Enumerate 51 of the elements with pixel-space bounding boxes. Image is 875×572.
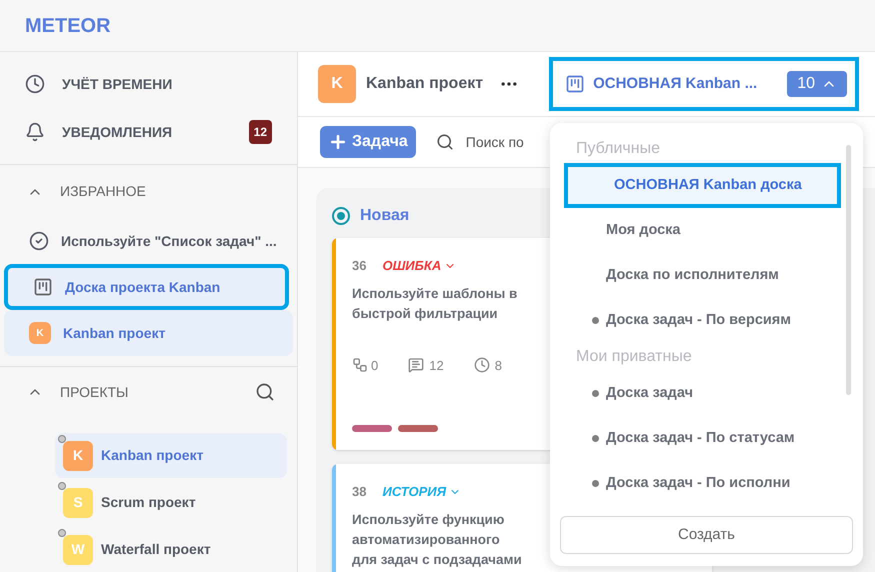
clock-icon bbox=[474, 357, 490, 374]
check-circle-icon bbox=[29, 231, 49, 252]
board-icon bbox=[565, 74, 586, 94]
status-icon bbox=[332, 207, 350, 225]
project-avatar: W bbox=[63, 534, 93, 564]
board-icon bbox=[33, 277, 53, 298]
board-count: 10 bbox=[787, 71, 848, 97]
nav-item[interactable]: УЧЁТ ВРЕМЕНИ bbox=[0, 60, 297, 108]
search-icon[interactable] bbox=[255, 382, 275, 402]
favorite-item[interactable]: Доска проекта Kanban bbox=[4, 264, 289, 310]
task-title: быстрой фильтрации bbox=[352, 304, 498, 323]
task-title: Используйте шаблоны в bbox=[352, 284, 518, 303]
comments-count: 12 bbox=[429, 356, 444, 374]
project-item[interactable]: S Scrum проект bbox=[55, 480, 287, 525]
app-logo: METEOR bbox=[25, 14, 111, 38]
comment-icon bbox=[408, 357, 424, 374]
task-title: для задач с подзадачами bbox=[352, 550, 522, 569]
task-type[interactable]: ОШИБКА bbox=[382, 256, 442, 276]
favorite-item[interactable]: Используйте "Список задач" ... bbox=[4, 218, 293, 264]
count-badge: 12 bbox=[248, 120, 272, 144]
task-number: 36 bbox=[352, 257, 366, 275]
create-button[interactable]: Создать bbox=[560, 516, 853, 554]
task-number: 38 bbox=[352, 483, 366, 501]
project-avatar: S bbox=[63, 488, 93, 518]
project-item[interactable]: W Waterfall проект bbox=[55, 527, 287, 572]
bell-icon bbox=[25, 122, 45, 142]
section-title: ПРОЕКТЫ bbox=[60, 382, 130, 402]
nav-item[interactable]: УВЕДОМЛЕНИЯ 12 bbox=[0, 108, 297, 156]
scrollbar[interactable] bbox=[846, 145, 851, 395]
project-title: Kanban проект bbox=[366, 74, 484, 94]
task-title: автоматизированного bbox=[352, 530, 500, 549]
favorite-item[interactable]: K Kanban проект bbox=[4, 310, 293, 356]
group-title: Публичные bbox=[575, 139, 661, 159]
subtasks-icon bbox=[352, 357, 368, 374]
board-option[interactable]: ОСНОВНАЯ Kanban доска bbox=[564, 163, 841, 208]
section-toggle[interactable]: ИЗБРАННОЕ bbox=[0, 165, 297, 218]
add-task-button[interactable]: Задача bbox=[320, 126, 416, 158]
project-avatar: K bbox=[63, 440, 93, 470]
clock-icon bbox=[25, 74, 45, 94]
project-avatar: K bbox=[29, 322, 51, 344]
column-title: Новая bbox=[360, 206, 410, 226]
task-title: Используйте функцию bbox=[352, 510, 504, 529]
project-avatar: K bbox=[318, 65, 356, 103]
board-selector[interactable]: ОСНОВНАЯ Kanban ... 10 bbox=[549, 57, 860, 111]
group-title: Мои приватные bbox=[575, 347, 693, 367]
search-field[interactable]: Поиск по bbox=[466, 132, 566, 152]
search-icon bbox=[436, 133, 454, 151]
subtasks-count: 0 bbox=[371, 356, 378, 374]
plus-icon bbox=[328, 132, 348, 152]
project-item[interactable]: K Kanban проект bbox=[55, 433, 287, 478]
time-count: 8 bbox=[494, 356, 502, 374]
